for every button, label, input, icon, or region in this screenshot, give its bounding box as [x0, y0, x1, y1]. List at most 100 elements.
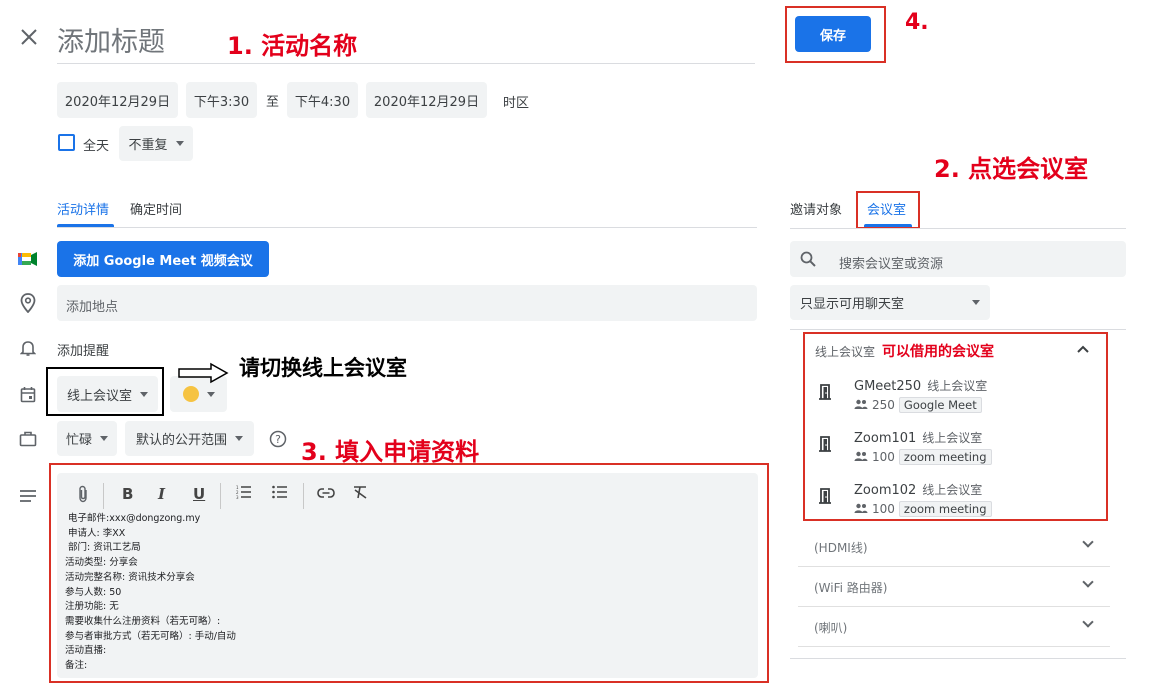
- room-capacity: 100: [872, 502, 895, 516]
- save-button[interactable]: 保存: [795, 16, 871, 52]
- chevron-down-icon[interactable]: [1082, 616, 1094, 628]
- room-filter-value: 只显示可用聊天室: [800, 297, 905, 312]
- description-icon: [17, 486, 39, 506]
- chevron-down-icon: [972, 300, 980, 305]
- end-time-field[interactable]: 下午4:30: [287, 82, 358, 118]
- close-icon[interactable]: [16, 24, 42, 50]
- tabs-divider-left: [57, 227, 757, 228]
- repeat-select[interactable]: 不重复: [119, 126, 193, 161]
- category-row[interactable]: (喇叭): [798, 607, 1110, 647]
- all-day-checkbox[interactable]: [58, 134, 75, 151]
- tab-rooms[interactable]: 会议室: [867, 199, 906, 218]
- location-placeholder: 添加地点: [66, 300, 119, 315]
- google-meet-button[interactable]: 添加 Google Meet 视频会议: [57, 241, 269, 277]
- start-date-field[interactable]: 2020年12月29日: [57, 82, 178, 118]
- category-label: (喇叭): [814, 621, 848, 635]
- briefcase-icon: [17, 428, 39, 450]
- calendar-icon: [17, 383, 39, 405]
- clear-formatting-icon[interactable]: [352, 485, 368, 503]
- chevron-down-icon: [100, 436, 108, 441]
- step2-annotation: 2. 点选会议室: [934, 155, 1089, 183]
- room-tag: zoom meeting: [898, 501, 992, 517]
- people-icon: [854, 450, 868, 464]
- start-time-field[interactable]: 下午3:30: [186, 82, 257, 118]
- step1-annotation: 1. 活动名称: [227, 32, 358, 60]
- description-line: 参与人数: 50: [65, 586, 122, 598]
- description-line: 部门: 资讯工艺局: [68, 542, 141, 554]
- chevron-down-icon[interactable]: [1082, 536, 1094, 548]
- room-search-placeholder: 搜索会议室或资源: [839, 257, 944, 272]
- room-name: Zoom101: [854, 431, 917, 446]
- room-search-input[interactable]: 搜索会议室或资源: [790, 241, 1126, 277]
- calendar-select[interactable]: 线上会议室: [57, 376, 158, 412]
- chevron-up-icon[interactable]: [1077, 343, 1089, 355]
- attachment-icon[interactable]: [76, 485, 90, 507]
- room-group-label: 线上会议室: [815, 345, 876, 359]
- busy-select[interactable]: 忙碌: [57, 421, 117, 456]
- tab-guests[interactable]: 邀请对象: [790, 199, 842, 218]
- description-line: 注册功能: 无: [65, 601, 119, 613]
- svg-text:?: ?: [275, 433, 281, 446]
- timezone-link[interactable]: 时区: [503, 92, 529, 111]
- rooms-bottom-divider: [790, 658, 1126, 659]
- room-filter-select[interactable]: 只显示可用聊天室: [790, 285, 990, 320]
- category-row[interactable]: (WiFi 路由器): [798, 567, 1110, 607]
- rooms-note-annotation: 可以借用的会议室: [882, 344, 994, 360]
- end-date-field[interactable]: 2020年12月29日: [366, 82, 487, 118]
- link-icon[interactable]: [317, 485, 335, 503]
- title-input[interactable]: 添加标题: [57, 20, 165, 59]
- visibility-select[interactable]: 默认的公开范围: [125, 421, 254, 456]
- help-icon[interactable]: ?: [267, 428, 289, 450]
- door-icon: [816, 435, 834, 453]
- room-item[interactable]: Zoom102 线上会议室 100 zoom meeting: [812, 479, 1102, 529]
- date-separator: 至: [266, 95, 280, 110]
- add-reminder-link[interactable]: 添加提醒: [57, 340, 109, 359]
- category-label: (WiFi 路由器): [814, 581, 888, 595]
- room-item[interactable]: GMeet250 线上会议室 250 Google Meet: [812, 375, 1102, 425]
- switch-room-hint: 请切换线上会议室: [239, 356, 407, 380]
- room-tag: Google Meet: [898, 397, 982, 413]
- description-line: 申请人: 李XX: [68, 527, 126, 539]
- description-line: 需要收集什么注册资料（若无可略）:: [65, 615, 221, 627]
- chevron-down-icon: [140, 391, 148, 397]
- toolbar-divider: [303, 483, 304, 509]
- people-icon: [854, 398, 868, 412]
- chevron-down-icon[interactable]: [1082, 576, 1094, 588]
- chevron-down-icon: [175, 141, 184, 146]
- category-row[interactable]: (HDMI线): [798, 527, 1110, 567]
- description-line: 电子邮件:xxx@dongzong.my: [68, 513, 201, 524]
- toolbar-divider: [103, 483, 104, 509]
- room-name: Zoom102: [854, 483, 917, 498]
- chevron-down-icon: [235, 436, 243, 441]
- search-icon: [799, 250, 817, 268]
- google-meet-icon: [17, 249, 39, 269]
- title-underline: [57, 63, 755, 64]
- people-icon: [854, 502, 868, 516]
- room-item[interactable]: Zoom101 线上会议室 100 zoom meeting: [812, 427, 1102, 477]
- door-icon: [816, 487, 834, 505]
- tabs-divider-right: [790, 228, 1126, 229]
- door-icon: [816, 383, 834, 401]
- room-type: 线上会议室: [927, 379, 988, 393]
- location-input[interactable]: 添加地点: [57, 285, 757, 321]
- italic-icon[interactable]: I: [158, 485, 165, 503]
- room-capacity: 100: [872, 450, 895, 464]
- tab-details[interactable]: 活动详情: [57, 199, 109, 218]
- description-text: 电子邮件:xxx@dongzong.my 申请人: 李XX 部门: 资讯工艺局 …: [65, 512, 236, 674]
- underline-icon[interactable]: U: [193, 485, 205, 503]
- bullet-list-icon[interactable]: [272, 485, 288, 503]
- step3-annotation: 3. 填入申请资料: [301, 438, 480, 466]
- busy-value: 忙碌: [65, 433, 92, 448]
- bold-icon[interactable]: B: [122, 485, 133, 503]
- description-line: 参与者审批方式（若无可略）: 手动/自动: [65, 630, 236, 642]
- step4-annotation: 4.: [905, 10, 929, 35]
- svg-text:3: 3: [236, 495, 239, 499]
- numbered-list-icon[interactable]: 123: [236, 485, 252, 503]
- tab-find-time[interactable]: 确定时间: [130, 199, 182, 218]
- description-line: 活动类型: 分享会: [65, 557, 138, 569]
- repeat-value: 不重复: [128, 138, 168, 153]
- color-dot: [182, 386, 199, 402]
- location-pin-icon: [17, 292, 39, 314]
- description-line: 活动直播:: [65, 645, 107, 657]
- calendar-select-value: 线上会议室: [66, 388, 132, 404]
